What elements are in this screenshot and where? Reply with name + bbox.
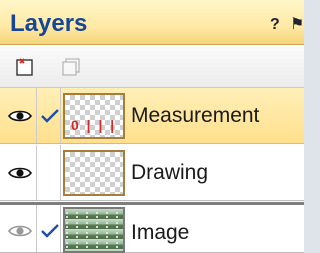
eye-icon[interactable] bbox=[8, 165, 32, 181]
pin-icon[interactable]: ⚑ bbox=[290, 14, 304, 34]
duplicate-layer-icon[interactable] bbox=[60, 55, 82, 77]
new-layer-icon[interactable] bbox=[14, 55, 36, 77]
thumbnail-measure-text: 0 | | | bbox=[71, 117, 117, 133]
panel-header: Layers ? ⚑ bbox=[0, 0, 304, 45]
eye-icon[interactable] bbox=[8, 223, 32, 239]
column-divider bbox=[60, 145, 61, 200]
layer-name[interactable]: Image bbox=[131, 221, 189, 245]
layers-panel: Layers ? ⚑ 0 | | | Measurement Drawing I… bbox=[0, 0, 304, 253]
layer-row-drawing[interactable]: Drawing bbox=[0, 145, 304, 201]
layer-list: 0 | | | Measurement Drawing Image bbox=[0, 88, 304, 253]
layer-name[interactable]: Measurement bbox=[131, 104, 259, 128]
panel-title: Layers bbox=[10, 10, 88, 37]
column-divider bbox=[36, 205, 37, 252]
layer-thumbnail bbox=[63, 150, 125, 196]
eye-icon[interactable] bbox=[8, 108, 32, 124]
layer-row-measurement[interactable]: 0 | | | Measurement bbox=[0, 88, 304, 144]
help-icon[interactable]: ? bbox=[270, 16, 280, 34]
column-divider bbox=[60, 88, 61, 143]
layer-name[interactable]: Drawing bbox=[131, 161, 208, 185]
column-divider bbox=[60, 205, 61, 252]
checkmark-icon[interactable] bbox=[40, 108, 60, 124]
layer-thumbnail bbox=[63, 207, 125, 253]
layer-thumbnail: 0 | | | bbox=[63, 93, 125, 139]
column-divider bbox=[36, 88, 37, 143]
checkmark-icon[interactable] bbox=[40, 223, 60, 239]
column-divider bbox=[36, 145, 37, 200]
layer-row-image[interactable]: Image bbox=[0, 202, 304, 253]
layers-toolbar bbox=[0, 45, 304, 88]
